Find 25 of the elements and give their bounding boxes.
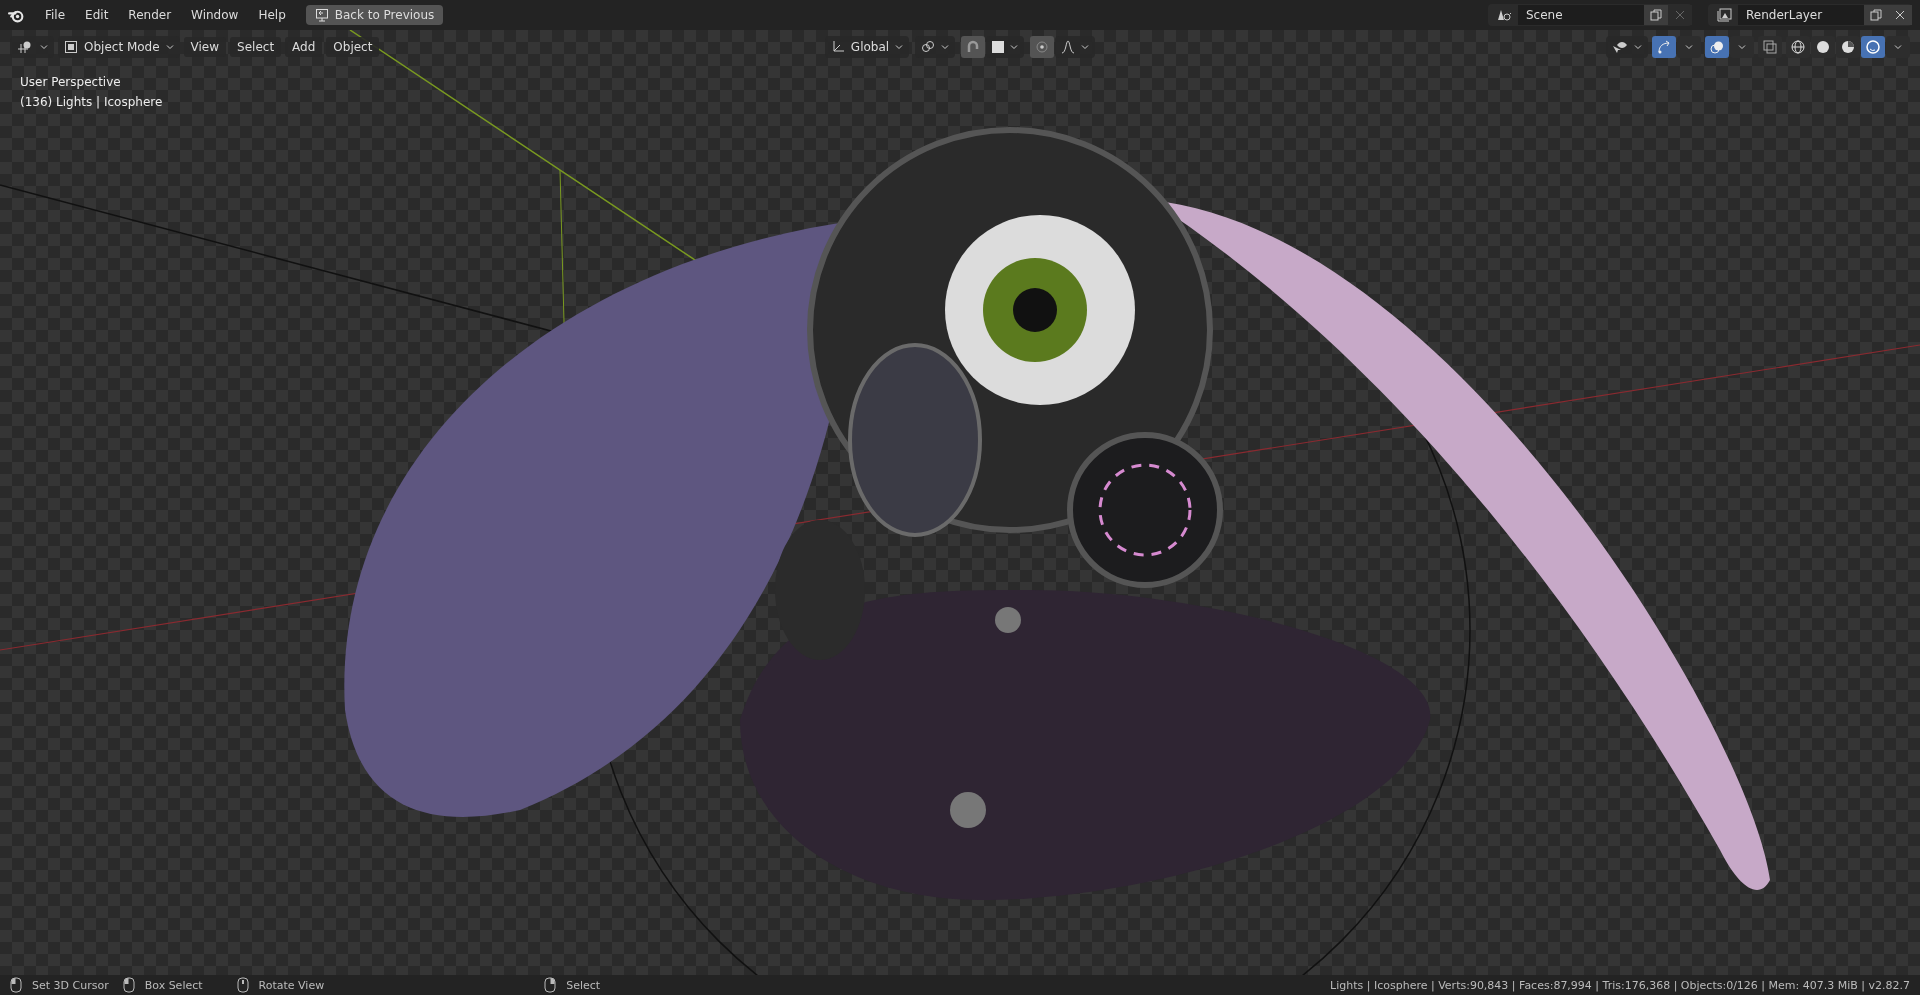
shortcut-hint-label: Box Select <box>144 978 203 992</box>
shortcut-hint-label: Rotate View <box>258 978 325 992</box>
mode-label: Object Mode <box>84 40 160 54</box>
scene-selector[interactable]: Scene <box>1488 4 1692 26</box>
menu-item[interactable]: Object <box>326 37 380 57</box>
orientation-dropdown[interactable]: Global <box>824 36 910 58</box>
menu-item[interactable]: Select <box>230 37 282 57</box>
viewport-info-text: (136) Lights | Icosphere <box>20 94 164 111</box>
view-layer-selector[interactable]: RenderLayer <box>1708 4 1912 26</box>
scene-name-field[interactable]: Scene <box>1518 5 1644 25</box>
menu-item[interactable]: Edit <box>77 8 117 22</box>
mode-dropdown[interactable]: Object Mode <box>58 36 180 58</box>
view-layer-name-field[interactable]: RenderLayer <box>1738 5 1864 25</box>
menu-item[interactable]: File <box>37 8 74 22</box>
back-to-previous-button[interactable]: Back to Previous <box>305 5 444 25</box>
viewport-info-text: User Perspective <box>20 74 122 91</box>
menu-item[interactable]: Add <box>285 37 323 57</box>
menu-item[interactable]: Window <box>183 8 247 22</box>
menu-item[interactable]: View <box>183 37 227 57</box>
scene-statistics: Lights | Icosphere | Verts:90,843 | Faces:87,994 | Tris:176,368 | Objects:0/126 | Mem: 407.3 MiB | v2.82.7 <box>1330 978 1910 992</box>
menu-item[interactable]: Render <box>120 8 180 22</box>
menu-item[interactable]: Help <box>250 8 294 22</box>
shortcut-hint-label: Set 3D Cursor <box>32 978 109 992</box>
orientation-label: Global <box>850 40 890 54</box>
shortcut-hint-label: Select <box>566 978 601 992</box>
